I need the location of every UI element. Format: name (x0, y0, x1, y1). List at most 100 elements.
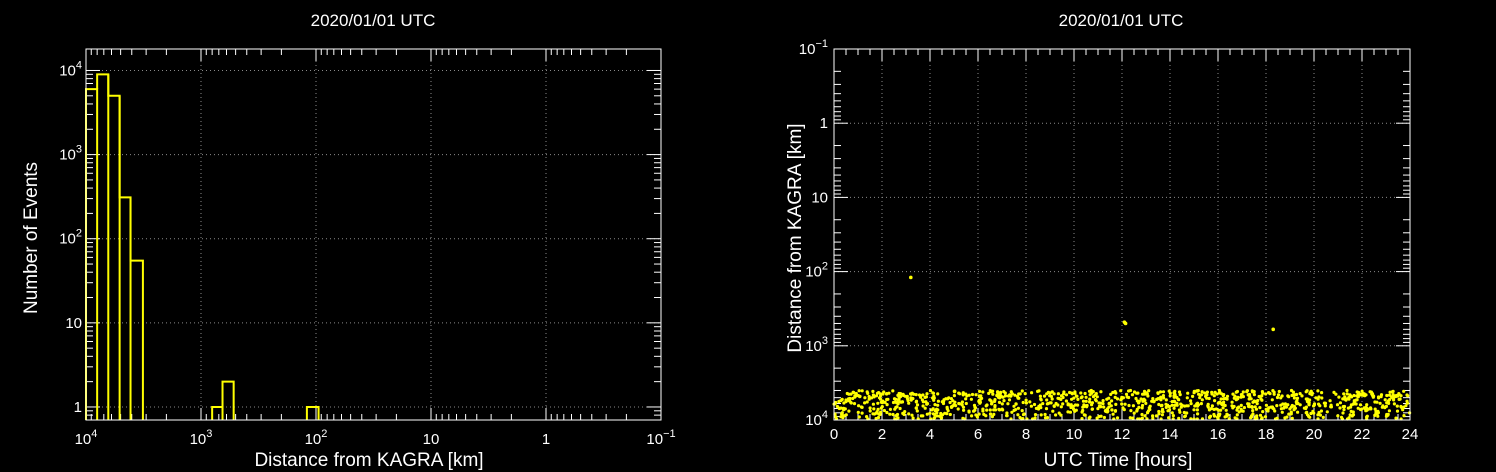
scatter-point (1020, 409, 1024, 413)
scatter-point (972, 403, 977, 407)
scatter-point (872, 407, 876, 411)
scatter-point (1081, 408, 1085, 413)
scatter-point (956, 407, 960, 411)
scatter-point (1385, 393, 1389, 398)
scatter-point (1140, 406, 1144, 410)
scatter-point (1363, 406, 1367, 411)
scatter-point (1070, 397, 1074, 401)
scatter-point (1115, 416, 1120, 420)
scatter-point (1179, 405, 1183, 409)
scatter-point (1272, 392, 1276, 396)
scatter-point (1132, 390, 1137, 394)
scatter-point (925, 412, 929, 416)
scatter-point (1130, 393, 1134, 397)
scatter-point (1325, 410, 1329, 414)
scatter-point (1160, 413, 1164, 417)
scatter-point (895, 412, 900, 417)
scatter-point (1170, 411, 1174, 415)
scatter-point (852, 402, 857, 406)
scatter-point (1198, 396, 1202, 400)
scatter-point (974, 413, 978, 417)
scatter-point (834, 415, 838, 419)
scatter-point (1010, 410, 1014, 414)
scatter-point (1038, 394, 1042, 398)
scatter-point (1355, 394, 1359, 398)
scatter-point (967, 409, 971, 413)
scatter-x-tick-label: 14 (1162, 426, 1179, 443)
scatter-point (1179, 402, 1183, 406)
scatter-point (993, 399, 997, 403)
scatter-point (1079, 396, 1083, 400)
scatter-point (1155, 397, 1159, 401)
scatter-point (1358, 403, 1363, 407)
scatter-point (1359, 407, 1364, 411)
scatter-point (952, 394, 957, 398)
scatter-point (1028, 400, 1032, 404)
scatter-point (961, 393, 965, 397)
scatter-point (1132, 411, 1136, 415)
scatter-point (1125, 395, 1129, 399)
scatter-point (1042, 394, 1047, 398)
scatter-point (1039, 398, 1043, 402)
scatter-point (1185, 404, 1189, 408)
scatter-point (1054, 413, 1058, 417)
scatter-x-tick-label: 0 (830, 426, 838, 443)
scatter-point (924, 400, 928, 404)
scatter-point (1195, 402, 1199, 406)
scatter-point (1070, 391, 1074, 395)
scatter-point (949, 405, 954, 409)
scatter-point (879, 392, 883, 396)
scatter-point (1161, 410, 1165, 414)
scatter-point (964, 397, 968, 401)
scatter-point (1364, 393, 1368, 397)
scatter-point (1261, 410, 1265, 414)
scatter-point (1217, 388, 1221, 393)
scatter-point (843, 407, 847, 411)
scatter-point (911, 416, 915, 420)
scatter-point (871, 393, 876, 397)
scatter-point (1151, 414, 1155, 418)
scatter-point (1191, 394, 1195, 398)
scatter-point (1079, 391, 1083, 395)
scatter-point (957, 391, 961, 395)
scatter-point (1185, 396, 1189, 400)
scatter-point (906, 398, 910, 403)
scatter-point (981, 409, 985, 413)
scatter-point (1091, 395, 1096, 399)
scatter-point (1308, 392, 1312, 396)
scatter-point (914, 406, 918, 410)
scatter-point (1038, 403, 1042, 407)
scatter-point (1006, 394, 1011, 398)
scatter-point (1305, 410, 1309, 414)
scatter-point (1173, 389, 1177, 393)
scatter-point (865, 400, 869, 404)
scatter-point (1147, 389, 1151, 393)
scatter-point (939, 416, 944, 420)
scatter-point (1378, 401, 1382, 405)
scatter-point (1036, 389, 1040, 393)
scatter-point (914, 399, 919, 403)
scatter-point (863, 396, 867, 400)
scatter-point (1236, 395, 1240, 400)
scatter-point (858, 395, 862, 399)
scatter-x-tick-label: 22 (1354, 426, 1371, 443)
scatter-point (1317, 395, 1321, 399)
scatter-point (1294, 400, 1298, 404)
scatter-x-tick-label: 6 (974, 426, 982, 443)
scatter-point (987, 391, 991, 395)
scatter-point (1016, 413, 1020, 417)
scatter-point (1044, 407, 1049, 411)
scatter-point (978, 401, 982, 405)
scatter-point (1219, 408, 1223, 412)
scatter-point (1376, 414, 1380, 418)
scatter-point (1029, 404, 1033, 408)
scatter-point (1322, 401, 1326, 405)
scatter-point (964, 401, 968, 406)
scatter-point (1251, 409, 1255, 413)
scatter-point (1373, 413, 1377, 417)
scatter-point (1094, 392, 1098, 396)
scatter-point (1358, 393, 1362, 397)
scatter-point (915, 403, 920, 407)
scatter-point (1183, 415, 1187, 419)
scatter-point (988, 408, 992, 412)
